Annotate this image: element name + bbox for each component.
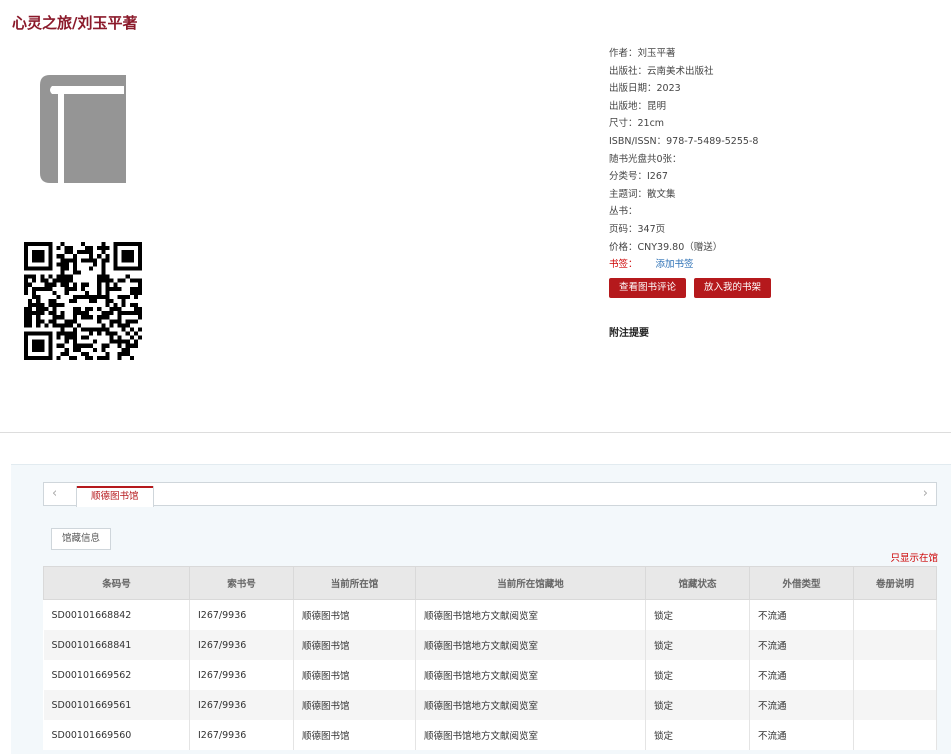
cell-volume-note [853,630,937,660]
table-row: SD00101669560 I267/9936 顺德图书馆 顺德图书馆地方文献阅… [43,720,937,750]
bookmark-label: 书签： [609,259,638,271]
cell-library: 顺德图书馆 [293,599,416,630]
cell-status: 锁定 [645,720,750,750]
cell-call-number: I267/9936 [189,599,294,630]
cell-barcode: SD00101669561 [43,690,190,720]
cell-loan-type: 不流通 [749,720,854,750]
cell-call-number: I267/9936 [189,720,294,750]
chevron-left-icon[interactable]: ‹ [52,486,57,501]
cell-call-number: I267/9936 [189,690,294,720]
meta-size: 尺寸：21cm [609,118,665,130]
col-call-number: 索书号 [189,566,294,600]
cell-barcode: SD00101669562 [43,660,190,690]
cell-volume-note [853,660,937,690]
tab-holdings-info[interactable]: 馆藏信息 [51,528,112,550]
table-row: SD00101668841 I267/9936 顺德图书馆 顺德图书馆地方文献阅… [43,630,937,660]
cell-location: 顺德图书馆地方文献阅览室 [415,599,646,630]
col-barcode: 条码号 [43,566,190,600]
cell-status: 锁定 [645,660,750,690]
table-row: SD00101668842 I267/9936 顺德图书馆 顺德图书馆地方文献阅… [43,599,937,630]
meta-publisher: 出版社：云南美术出版社 [609,65,714,77]
bookmark-row: 书签： 添加书签 [609,256,939,274]
cell-loan-type: 不流通 [749,599,854,630]
cell-library: 顺德图书馆 [293,690,416,720]
cell-loan-type: 不流通 [749,630,854,660]
col-current-location: 当前所在馆藏地 [415,566,646,600]
meta-classification: 分类号：I267 [609,171,668,183]
cell-location: 顺德图书馆地方文献阅览室 [415,660,646,690]
meta-isbn: ISBN/ISSN：978-7-5489-5255-8 [609,135,759,147]
chevron-right-icon[interactable]: › [923,486,928,501]
meta-series: 丛书： [609,206,638,218]
cell-barcode: SD00101668842 [43,599,190,630]
col-status: 馆藏状态 [645,566,750,600]
cell-location: 顺德图书馆地方文献阅览室 [415,720,646,750]
library-tab-bar: ‹ › [43,482,937,506]
cell-location: 顺德图书馆地方文献阅览室 [415,690,646,720]
book-icon [38,72,130,186]
meta-price: 价格：CNY39.80（赠送） [609,241,723,253]
col-current-library: 当前所在馆 [293,566,416,600]
meta-pub-date: 出版日期：2023 [609,83,681,95]
tab-shunde-library[interactable]: 顺德图书馆 [76,486,154,507]
cell-volume-note [853,690,937,720]
meta-disc: 随书光盘共0张： [609,153,682,165]
add-to-shelf-button[interactable]: 放入我的书架 [694,277,772,298]
cell-barcode: SD00101668841 [43,630,190,660]
view-reviews-button[interactable]: 查看图书评论 [609,277,687,298]
notes-heading: 附注提要 [609,327,649,339]
divider [0,432,951,433]
book-metadata: 作者：刘玉平著 出版社：云南美术出版社 出版日期：2023 出版地：昆明 尺寸：… [609,45,939,339]
book-title: 心灵之旅/刘玉平著 [12,14,138,32]
cell-loan-type: 不流通 [749,690,854,720]
cell-library: 顺德图书馆 [293,720,416,750]
qr-code-icon [24,242,142,360]
cell-loan-type: 不流通 [749,660,854,690]
cell-location: 顺德图书馆地方文献阅览室 [415,630,646,660]
cell-status: 锁定 [645,599,750,630]
only-in-library-link[interactable]: 只显示在馆 [890,550,938,564]
meta-pub-place: 出版地：昆明 [609,100,667,112]
cell-call-number: I267/9936 [189,630,294,660]
cell-volume-note [853,599,937,630]
cell-barcode: SD00101669560 [43,720,190,750]
holdings-table: 条码号 索书号 当前所在馆 当前所在馆藏地 馆藏状态 外借类型 卷册说明 SD0… [43,566,937,750]
col-loan-type: 外借类型 [749,566,854,600]
cell-status: 锁定 [645,690,750,720]
table-row: SD00101669562 I267/9936 顺德图书馆 顺德图书馆地方文献阅… [43,660,937,690]
add-bookmark-link[interactable]: 添加书签 [656,259,694,270]
cell-call-number: I267/9936 [189,660,294,690]
cell-volume-note [853,720,937,750]
meta-author: 作者：刘玉平著 [609,48,676,59]
meta-subject: 主题词：散文集 [609,188,676,200]
table-row: SD00101669561 I267/9936 顺德图书馆 顺德图书馆地方文献阅… [43,690,937,720]
col-volume-note: 卷册说明 [853,566,937,600]
meta-pages: 页码：347页 [609,223,666,235]
cell-status: 锁定 [645,630,750,660]
cell-library: 顺德图书馆 [293,630,416,660]
cell-library: 顺德图书馆 [293,660,416,690]
